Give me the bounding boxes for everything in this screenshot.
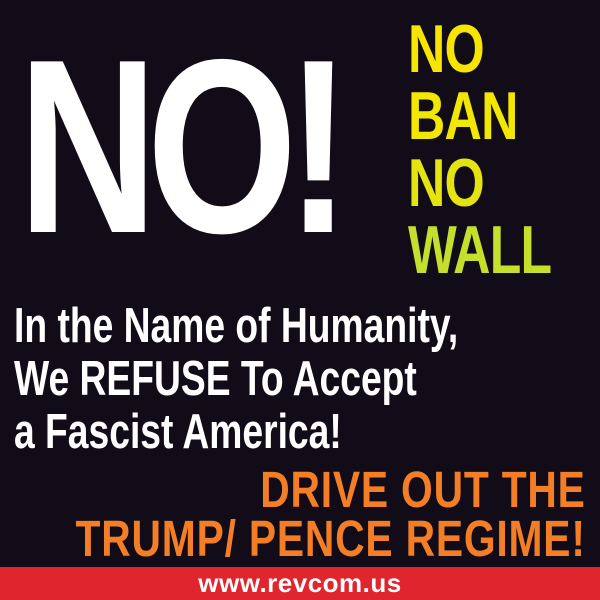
- footer-bar: www.revcom.us: [0, 567, 600, 600]
- slogan-stack: NO BAN NO WALL: [408, 11, 598, 288]
- slogan-no-2: NO: [408, 145, 485, 221]
- website-link[interactable]: www.revcom.us: [198, 568, 402, 599]
- statement-line-2: We REFUSE To Accept: [14, 352, 417, 406]
- poster: NO! NO BAN NO WALL In the Name of Humani…: [0, 0, 600, 600]
- statement-line-1: In the Name of Humanity,: [14, 299, 459, 353]
- headline-no: NO!: [18, 7, 351, 285]
- slogan-wall: WALL: [408, 212, 552, 288]
- call-line-2: TRUMP/ PENCE REGIME!: [75, 510, 586, 567]
- slogan-no-1: NO: [408, 11, 485, 87]
- statement-text: In the Name of Humanity, We REFUSE To Ac…: [14, 300, 592, 459]
- statement-line-3: a Fascist America!: [14, 405, 342, 459]
- call-line-1: DRIVE OUT THE: [260, 461, 586, 518]
- slogan-ban: BAN: [408, 78, 518, 154]
- call-to-action: DRIVE OUT THE TRUMP/ PENCE REGIME!: [75, 461, 586, 567]
